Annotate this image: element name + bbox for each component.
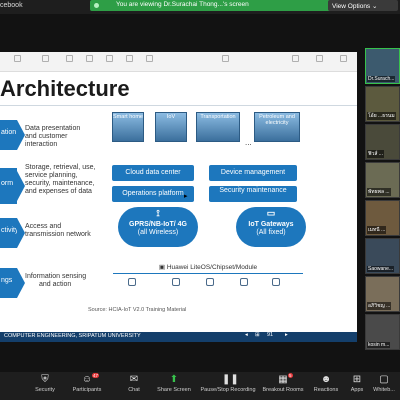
device-icon	[272, 278, 280, 286]
view-options-button[interactable]: View Options ⌄	[328, 0, 398, 11]
share-banner-text: You are viewing Dr.Surachai Thong...'s s…	[116, 1, 249, 8]
top-bar: cebook You are viewing Dr.Surachai Thong…	[0, 0, 400, 14]
toolbar-button[interactable]	[306, 52, 332, 72]
antenna-icon: ⟟	[156, 208, 160, 218]
device-icon	[240, 278, 248, 286]
participant-gallery: Dr.Surach... โอ้ย ...ธรนม ฟิวส์ ... พัทธ…	[365, 48, 400, 350]
toolbar-button[interactable]	[4, 52, 30, 72]
share-screen-icon: ⬆	[169, 374, 179, 385]
layer-label: ngs	[1, 277, 13, 284]
zoom-window: cebook You are viewing Dr.Surachai Thong…	[0, 0, 400, 400]
participants-button[interactable]: ☺ 47 Participants	[62, 373, 112, 393]
service-operations-platform: Operations platform	[112, 186, 194, 202]
window-title-fragment: cebook	[0, 2, 23, 9]
prev-slide-icon[interactable]: ◂	[245, 332, 248, 338]
layer-description: Storage, retrieval, use, service plannin…	[25, 164, 96, 195]
chip-icon: ▣	[158, 264, 167, 271]
layer-label: orm	[1, 180, 14, 187]
title-divider	[0, 105, 357, 106]
layer-label: ctivity	[1, 227, 19, 234]
whiteboard-icon: ▢	[379, 374, 389, 385]
layer-description: Data presentation and customer interacti…	[25, 125, 81, 148]
participant-tile[interactable]: Saowane...	[365, 238, 400, 274]
chat-icon: ✉	[129, 374, 139, 385]
toolbar-icon	[41, 55, 49, 62]
toolbar-icon	[221, 55, 229, 62]
layer-arrow	[17, 171, 25, 201]
toolbar-icon	[145, 55, 153, 62]
next-slide-icon[interactable]: ▸	[285, 332, 288, 338]
toolbar-icon	[13, 55, 21, 62]
toolbar-icon	[291, 55, 299, 62]
toolbar-button[interactable]	[212, 52, 238, 72]
slide-source: Source: HCIA-IoT V2.0 Training Material	[88, 307, 187, 313]
service-device-management: Device management	[209, 165, 297, 181]
slide-navigation: ◂ ⊞ 91 ▸	[245, 332, 305, 342]
cloud-wireless: ⟟ GPRS/NB-IoT/ 4G (all Wireless)	[118, 207, 198, 247]
toolbar-icon	[125, 55, 133, 62]
view-options-label: View Options	[332, 3, 371, 10]
meeting-controls: ⛨ Security ☺ 47 Participants ✉ Chat ⬆ Sh…	[0, 372, 400, 400]
chevron-down-icon: ⌄	[372, 3, 378, 10]
participant-tile[interactable]: kosin m...	[365, 314, 400, 350]
toolbar-button[interactable]	[282, 52, 308, 72]
recording-button[interactable]: ❚❚ Pause/Stop Recording	[198, 374, 258, 393]
participants-count-badge: 47	[92, 373, 100, 378]
shared-slide: Architecture ation Data presentation and…	[0, 72, 357, 342]
app-image-petroleum: Petroleum and electricity	[254, 112, 300, 142]
layer-bar-application: ation	[0, 120, 17, 150]
device-icon	[206, 278, 214, 286]
toolbar-icon	[65, 55, 73, 62]
presentation-toolbar	[0, 52, 357, 72]
app-more-dots: ...	[245, 138, 252, 147]
toolbar-icon	[85, 55, 93, 62]
layer-arrow	[17, 218, 25, 248]
app-image-transportation: Transportation	[196, 112, 240, 142]
layer-bar-things: ngs	[0, 268, 17, 298]
screen-share-banner[interactable]: You are viewing Dr.Surachai Thong...'s s…	[90, 0, 335, 11]
layer-label: ation	[1, 129, 17, 136]
apps-icon: ⊞	[352, 374, 362, 385]
footer-text: COMPUTER ENGINEERING, SRIPATUM UNIVERSIT…	[4, 333, 141, 339]
participant-tile[interactable]: ฟิวส์ ...	[365, 124, 400, 160]
toolbar-button[interactable]	[136, 52, 162, 72]
mouse-pointer-icon: ▸	[184, 193, 188, 200]
toolbar-button[interactable]	[330, 52, 356, 72]
page-number: 91	[267, 332, 274, 338]
slide-menu-icon[interactable]: ⊞	[255, 332, 260, 338]
device-icon	[128, 278, 136, 286]
toolbar-icon	[315, 55, 323, 62]
chipset-bar: ▣ Huawei LiteOS/Chipset/Module	[113, 263, 303, 274]
pause-stop-icon: ❚❚	[222, 374, 239, 385]
toolbar-icon	[339, 55, 347, 62]
slide-footer: COMPUTER ENGINEERING, SRIPATUM UNIVERSIT…	[0, 332, 357, 342]
toolbar-button[interactable]	[32, 52, 58, 72]
layer-bar-connectivity: ctivity	[0, 218, 19, 248]
whiteboard-button[interactable]: ▢ Whiteb...	[368, 374, 400, 393]
participant-tile[interactable]: โอ้ย ...ธรนม	[365, 86, 400, 122]
device-icon	[172, 278, 180, 286]
app-image-smart-home: Smart home	[112, 112, 144, 142]
share-screen-button[interactable]: ⬆ Share Screen	[149, 374, 199, 393]
layer-arrow	[17, 268, 25, 298]
smile-icon: ☻	[320, 374, 332, 385]
layer-description: Information sensing and action	[25, 273, 87, 288]
app-image-iov: IoV	[155, 112, 187, 142]
shield-icon: ⛨	[41, 374, 49, 385]
service-security-maintenance: Security maintenance	[209, 186, 297, 202]
service-cloud-data-center: Cloud data center	[112, 165, 194, 181]
layer-description: Access and transmission network	[25, 223, 91, 238]
layer-arrow	[17, 120, 25, 150]
cloud-gateways: ▭ IoT Gateways (All fixed)	[236, 207, 306, 247]
layer-bar-platform: orm	[0, 168, 17, 204]
participant-tile[interactable]: เมทนี ...	[365, 200, 400, 236]
share-indicator-icon	[94, 3, 99, 8]
participant-tile[interactable]: Dr.Surach...	[365, 48, 400, 84]
slide-title: Architecture	[0, 76, 130, 101]
router-icon: ▭	[266, 208, 276, 218]
breakout-badge: 5	[288, 373, 293, 378]
participant-tile[interactable]: อภิวิชญ ...	[365, 276, 400, 312]
toolbar-icon	[105, 55, 113, 62]
participant-tile[interactable]: พัทธพล ...	[365, 162, 400, 198]
